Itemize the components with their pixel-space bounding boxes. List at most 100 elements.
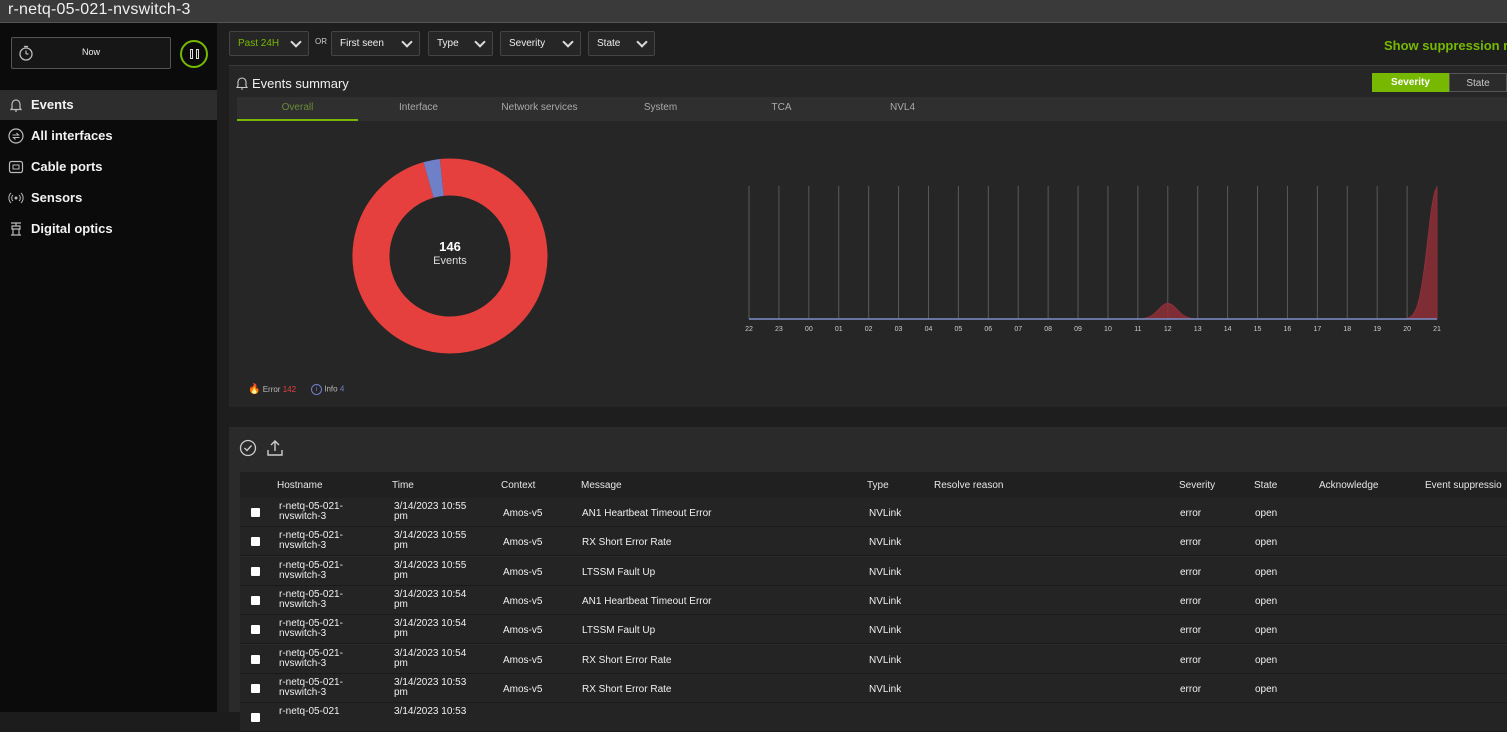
col-context[interactable]: Context — [501, 480, 535, 491]
table-row[interactable]: r-netq-05-021- nvswitch-3 3/14/2023 10:55 p… — [240, 527, 1507, 556]
context-cell: Amos-v5 — [503, 684, 543, 695]
row-checkbox[interactable] — [251, 537, 260, 546]
col-type[interactable]: Type — [867, 480, 889, 491]
row-checkbox[interactable] — [251, 567, 260, 576]
message-cell: LTSSM Fault Up — [582, 625, 656, 636]
type-cell: NVLink — [869, 596, 902, 607]
x-tick-label: 23 — [775, 326, 783, 333]
time-cell: 3/14/2023 10:55 pm — [394, 501, 467, 522]
severity-cell: error — [1180, 508, 1202, 519]
sidebar-item-sensors[interactable]: Sensors — [0, 183, 217, 213]
sidebar-item-label: Events — [31, 97, 74, 112]
pause-icon — [190, 49, 193, 59]
toggle-severity[interactable]: Severity — [1372, 73, 1449, 92]
row-checkbox[interactable] — [251, 713, 260, 722]
type-dropdown[interactable]: Type — [428, 31, 493, 56]
donut-total: 146 — [439, 239, 461, 254]
x-tick-label: 12 — [1164, 326, 1172, 333]
x-tick-label: 01 — [835, 326, 843, 333]
events-donut-chart: 146 Events — [352, 158, 548, 354]
tab-system[interactable]: System — [600, 102, 721, 113]
pause-button[interactable] — [180, 40, 208, 68]
state-cell: open — [1255, 508, 1278, 519]
table-row[interactable]: r-netq-05-021- nvswitch-3 3/14/2023 10:54 p… — [240, 615, 1507, 644]
table-row[interactable]: r-netq-05-021- nvswitch-3 3/14/2023 10:54 p… — [240, 645, 1507, 674]
col-resolve-reason[interactable]: Resolve reason — [934, 480, 1003, 491]
table-row[interactable]: r-netq-05-021- nvswitch-3 3/14/2023 10:54 p… — [240, 586, 1507, 615]
tab-overall[interactable]: Overall — [237, 102, 358, 113]
chevron-down-icon — [474, 36, 486, 48]
tab-network-services[interactable]: Network services — [479, 102, 600, 113]
chevron-down-icon — [562, 36, 574, 48]
row-checkbox[interactable] — [251, 596, 260, 605]
first-seen-dropdown[interactable]: First seen — [331, 31, 420, 56]
message-cell: RX Short Error Rate — [582, 537, 672, 548]
x-tick-label: 02 — [865, 326, 873, 333]
window-titlebar: r-netq-05-021-nvswitch-3 — [0, 0, 1507, 23]
x-tick-label: 22 — [745, 326, 753, 333]
severity-cell: error — [1180, 567, 1202, 578]
show-suppression-link[interactable]: Show suppression r — [1384, 38, 1507, 53]
col-acknowledge[interactable]: Acknowledge — [1319, 480, 1378, 491]
tab-nvl4[interactable]: NVL4 — [842, 102, 963, 113]
x-tick-label: 07 — [1014, 326, 1022, 333]
legend-info-count: 4 — [339, 384, 345, 394]
severity-cell: error — [1180, 596, 1202, 607]
x-tick-label: 00 — [805, 326, 813, 333]
type-cell: NVLink — [869, 508, 902, 519]
type-cell: NVLink — [869, 567, 902, 578]
severity-cell: error — [1180, 537, 1202, 548]
x-tick-label: 21 — [1433, 326, 1441, 333]
sidebar-item-digital-optics[interactable]: Digital optics — [0, 214, 217, 244]
time-cell: 3/14/2023 10:55 pm — [394, 560, 467, 581]
table-row[interactable]: r-netq-05-021 3/14/2023 10:53 — [240, 703, 1507, 732]
context-cell: Amos-v5 — [503, 537, 543, 548]
first-seen-label: First seen — [340, 38, 384, 49]
col-severity[interactable]: Severity — [1179, 480, 1215, 491]
donut-slice-info[interactable] — [423, 159, 445, 198]
col-event-suppression[interactable]: Event suppressio — [1425, 480, 1502, 491]
toggle-state[interactable]: State — [1449, 73, 1507, 92]
state-cell: open — [1255, 596, 1278, 607]
row-checkbox[interactable] — [251, 625, 260, 634]
cable-port-icon — [8, 160, 24, 174]
time-range-dropdown[interactable]: Past 24H — [229, 31, 309, 56]
time-now-button[interactable]: Now — [11, 37, 171, 69]
export-icon[interactable] — [266, 439, 284, 457]
severity-cell: error — [1180, 625, 1202, 636]
legend-error-count: 142 — [282, 385, 297, 394]
severity-dropdown[interactable]: Severity — [500, 31, 581, 56]
x-tick-label: 06 — [984, 326, 992, 333]
tab-interface[interactable]: Interface — [358, 102, 479, 113]
chevron-down-icon — [401, 36, 413, 48]
state-dropdown[interactable]: State — [588, 31, 655, 56]
table-row[interactable]: r-netq-05-021- nvswitch-3 3/14/2023 10:53 p… — [240, 674, 1507, 703]
active-tab-indicator — [237, 119, 358, 121]
col-time[interactable]: Time — [392, 480, 414, 491]
hostname-cell: r-netq-05-021- nvswitch-3 — [279, 530, 343, 551]
x-tick-label: 03 — [895, 326, 903, 333]
sidebar-item-cable-ports[interactable]: Cable ports — [0, 152, 217, 182]
tab-tca[interactable]: TCA — [721, 102, 842, 113]
time-cell: 3/14/2023 10:54 pm — [394, 648, 467, 669]
sidebar-item-label: All interfaces — [31, 128, 113, 143]
donut-total-label: Events — [433, 255, 467, 267]
row-checkbox[interactable] — [251, 684, 260, 693]
events-timeline-chart: 22 23 00 01 02 03 04 05 06 07 08 09 10 11 12 13 14 15 16 17… — [745, 186, 1441, 333]
col-message[interactable]: Message — [581, 480, 622, 491]
state-cell: open — [1255, 625, 1278, 636]
table-row[interactable]: r-netq-05-021- nvswitch-3 3/14/2023 10:55 p… — [240, 557, 1507, 586]
bell-icon — [236, 77, 248, 90]
col-hostname[interactable]: Hostname — [277, 480, 323, 491]
type-cell: NVLink — [869, 537, 902, 548]
col-state[interactable]: State — [1254, 480, 1277, 491]
table-row[interactable]: r-netq-05-021- nvswitch-3 3/14/2023 10:55 p… — [240, 498, 1507, 527]
sidebar-item-all-interfaces[interactable]: All interfaces — [0, 121, 217, 151]
row-checkbox[interactable] — [251, 508, 260, 517]
hostname-cell: r-netq-05-021- nvswitch-3 — [279, 648, 343, 669]
sidebar-item-events[interactable]: Events — [0, 90, 217, 120]
row-checkbox[interactable] — [251, 655, 260, 664]
x-tick-label: 18 — [1343, 326, 1351, 333]
acknowledge-icon[interactable] — [239, 439, 257, 457]
hostname-cell: r-netq-05-021- nvswitch-3 — [279, 560, 343, 581]
